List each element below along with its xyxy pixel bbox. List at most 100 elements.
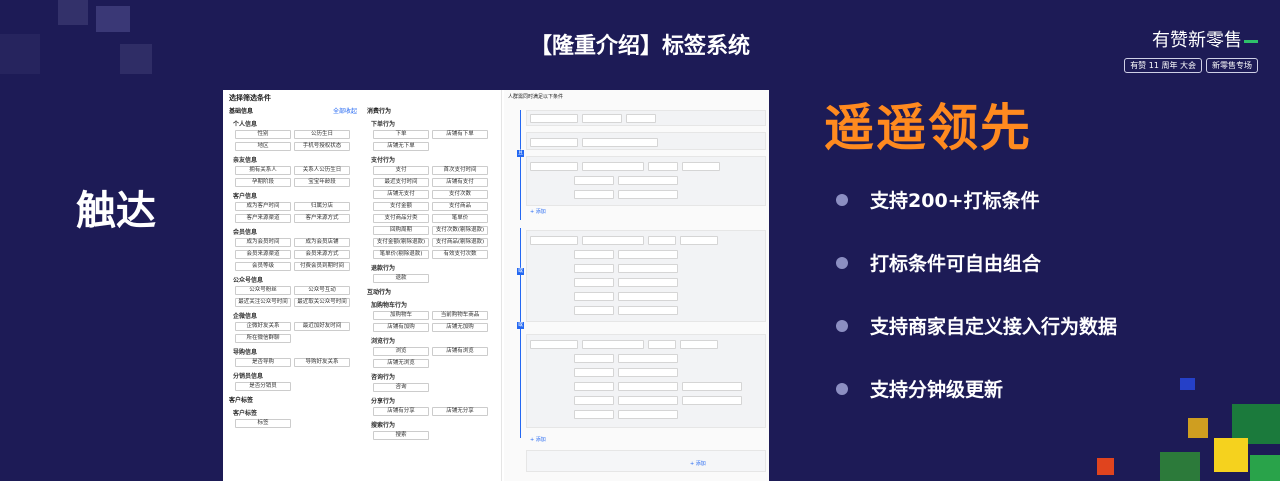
condition-option[interactable]: 孕期阶段 <box>235 178 291 187</box>
condition-option[interactable]: 成为客户时间 <box>235 202 291 211</box>
condition-option[interactable]: 标签 <box>235 419 291 428</box>
condition-field[interactable] <box>582 138 658 147</box>
condition-option[interactable]: 支付次数 <box>432 190 488 199</box>
condition-option[interactable]: 公历生日 <box>294 130 350 139</box>
condition-option[interactable]: 手机号授权状态 <box>294 142 350 151</box>
condition-option[interactable]: 店铺有浏览 <box>432 347 488 356</box>
condition-field[interactable] <box>574 306 614 315</box>
condition-option[interactable]: 会员等级 <box>235 262 291 271</box>
condition-field[interactable] <box>574 354 614 363</box>
condition-option[interactable]: 导购好友关系 <box>294 358 350 367</box>
condition-field[interactable] <box>530 162 578 171</box>
condition-field[interactable] <box>582 340 644 349</box>
condition-option[interactable]: 支付金额 <box>373 202 429 211</box>
condition-option[interactable]: 有效支付次数 <box>432 250 488 259</box>
add-group-link[interactable]: + 添加 <box>690 460 706 467</box>
condition-field[interactable] <box>574 264 614 273</box>
condition-field[interactable] <box>574 410 614 419</box>
condition-field[interactable] <box>682 162 720 171</box>
condition-option[interactable]: 笔单价 <box>432 214 488 223</box>
condition-field[interactable] <box>680 340 718 349</box>
condition-field[interactable] <box>618 176 678 185</box>
condition-field[interactable] <box>574 190 614 199</box>
condition-field[interactable] <box>618 382 678 391</box>
condition-field[interactable] <box>618 250 678 259</box>
condition-field[interactable] <box>530 138 578 147</box>
condition-option[interactable]: 企微好友关系 <box>235 322 291 331</box>
condition-field[interactable] <box>618 264 678 273</box>
condition-option[interactable]: 成为会员店铺 <box>294 238 350 247</box>
condition-option[interactable]: 拥有关系人 <box>235 166 291 175</box>
condition-option[interactable]: 客户来源方式 <box>294 214 350 223</box>
condition-field[interactable] <box>574 176 614 185</box>
condition-field[interactable] <box>574 396 614 405</box>
condition-option[interactable]: 最近加好友时间 <box>294 322 350 331</box>
condition-field[interactable] <box>682 382 742 391</box>
condition-field[interactable] <box>582 114 622 123</box>
condition-option[interactable]: 店铺有下单 <box>432 130 488 139</box>
condition-option[interactable]: 下单 <box>373 130 429 139</box>
condition-field[interactable] <box>530 236 578 245</box>
condition-field[interactable] <box>574 278 614 287</box>
condition-field[interactable] <box>574 368 614 377</box>
condition-option[interactable]: 店铺无加购 <box>432 323 488 332</box>
condition-option[interactable]: 关系人公历生日 <box>294 166 350 175</box>
condition-option[interactable]: 浏览 <box>373 347 429 356</box>
condition-option[interactable]: 所在微信群聊 <box>235 334 291 343</box>
condition-option[interactable]: 付费会员到期时间 <box>294 262 350 271</box>
condition-option[interactable]: 支付商品(剔除退款) <box>432 238 488 247</box>
condition-option[interactable]: 是否导购 <box>235 358 291 367</box>
add-condition-link[interactable]: + 添加 <box>530 208 546 215</box>
condition-field[interactable] <box>530 114 578 123</box>
condition-option[interactable]: 笔单价(剔除退款) <box>373 250 429 259</box>
condition-option[interactable]: 退款 <box>373 274 429 283</box>
condition-option[interactable]: 店铺无浏览 <box>373 359 429 368</box>
condition-field[interactable] <box>574 382 614 391</box>
condition-option[interactable]: 公众号互动 <box>294 286 350 295</box>
add-condition-link[interactable]: + 添加 <box>530 436 546 443</box>
condition-option[interactable]: 支付次数(剔除退款) <box>432 226 488 235</box>
condition-option[interactable]: 最近关注公众号时间 <box>235 298 291 307</box>
condition-field[interactable] <box>648 340 676 349</box>
condition-option[interactable]: 宝宝年龄段 <box>294 178 350 187</box>
condition-option[interactable]: 支付商品分类 <box>373 214 429 223</box>
condition-option[interactable]: 性别 <box>235 130 291 139</box>
condition-option[interactable]: 是否分销员 <box>235 382 291 391</box>
condition-field[interactable] <box>648 236 676 245</box>
condition-field[interactable] <box>618 292 678 301</box>
condition-option[interactable]: 店铺有分享 <box>373 407 429 416</box>
condition-field[interactable] <box>574 292 614 301</box>
condition-field[interactable] <box>618 368 678 377</box>
condition-option[interactable]: 归属分店 <box>294 202 350 211</box>
condition-field[interactable] <box>582 236 644 245</box>
condition-option[interactable]: 店铺无分享 <box>432 407 488 416</box>
condition-field[interactable] <box>626 114 656 123</box>
condition-field[interactable] <box>618 354 678 363</box>
condition-option[interactable]: 公众号粉丝 <box>235 286 291 295</box>
condition-option[interactable]: 支付商品 <box>432 202 488 211</box>
condition-field[interactable] <box>574 250 614 259</box>
condition-field[interactable] <box>618 306 678 315</box>
condition-option[interactable]: 店铺无支付 <box>373 190 429 199</box>
condition-option[interactable]: 最近支付时间 <box>373 178 429 187</box>
condition-field[interactable] <box>618 396 678 405</box>
condition-option[interactable]: 当前购物车商品 <box>432 311 488 320</box>
condition-option[interactable]: 最近取关公众号时间 <box>294 298 350 307</box>
condition-field[interactable] <box>618 190 678 199</box>
condition-option[interactable]: 回购周期 <box>373 226 429 235</box>
collapse-all-link[interactable]: 全部收起 <box>333 106 357 115</box>
condition-field[interactable] <box>618 410 678 419</box>
condition-option[interactable]: 咨询 <box>373 383 429 392</box>
condition-option[interactable]: 会员来源方式 <box>294 250 350 259</box>
condition-option[interactable]: 首次支付时间 <box>432 166 488 175</box>
condition-field[interactable] <box>618 278 678 287</box>
condition-field[interactable] <box>682 396 742 405</box>
condition-option[interactable]: 客户来源渠道 <box>235 214 291 223</box>
condition-option[interactable]: 加购物车 <box>373 311 429 320</box>
condition-option[interactable]: 店铺有加购 <box>373 323 429 332</box>
condition-field[interactable] <box>648 162 678 171</box>
condition-option[interactable]: 搜索 <box>373 431 429 440</box>
condition-option[interactable]: 会员来源渠道 <box>235 250 291 259</box>
condition-option[interactable]: 成为会员时间 <box>235 238 291 247</box>
condition-option[interactable]: 支付金额(剔除退款) <box>373 238 429 247</box>
